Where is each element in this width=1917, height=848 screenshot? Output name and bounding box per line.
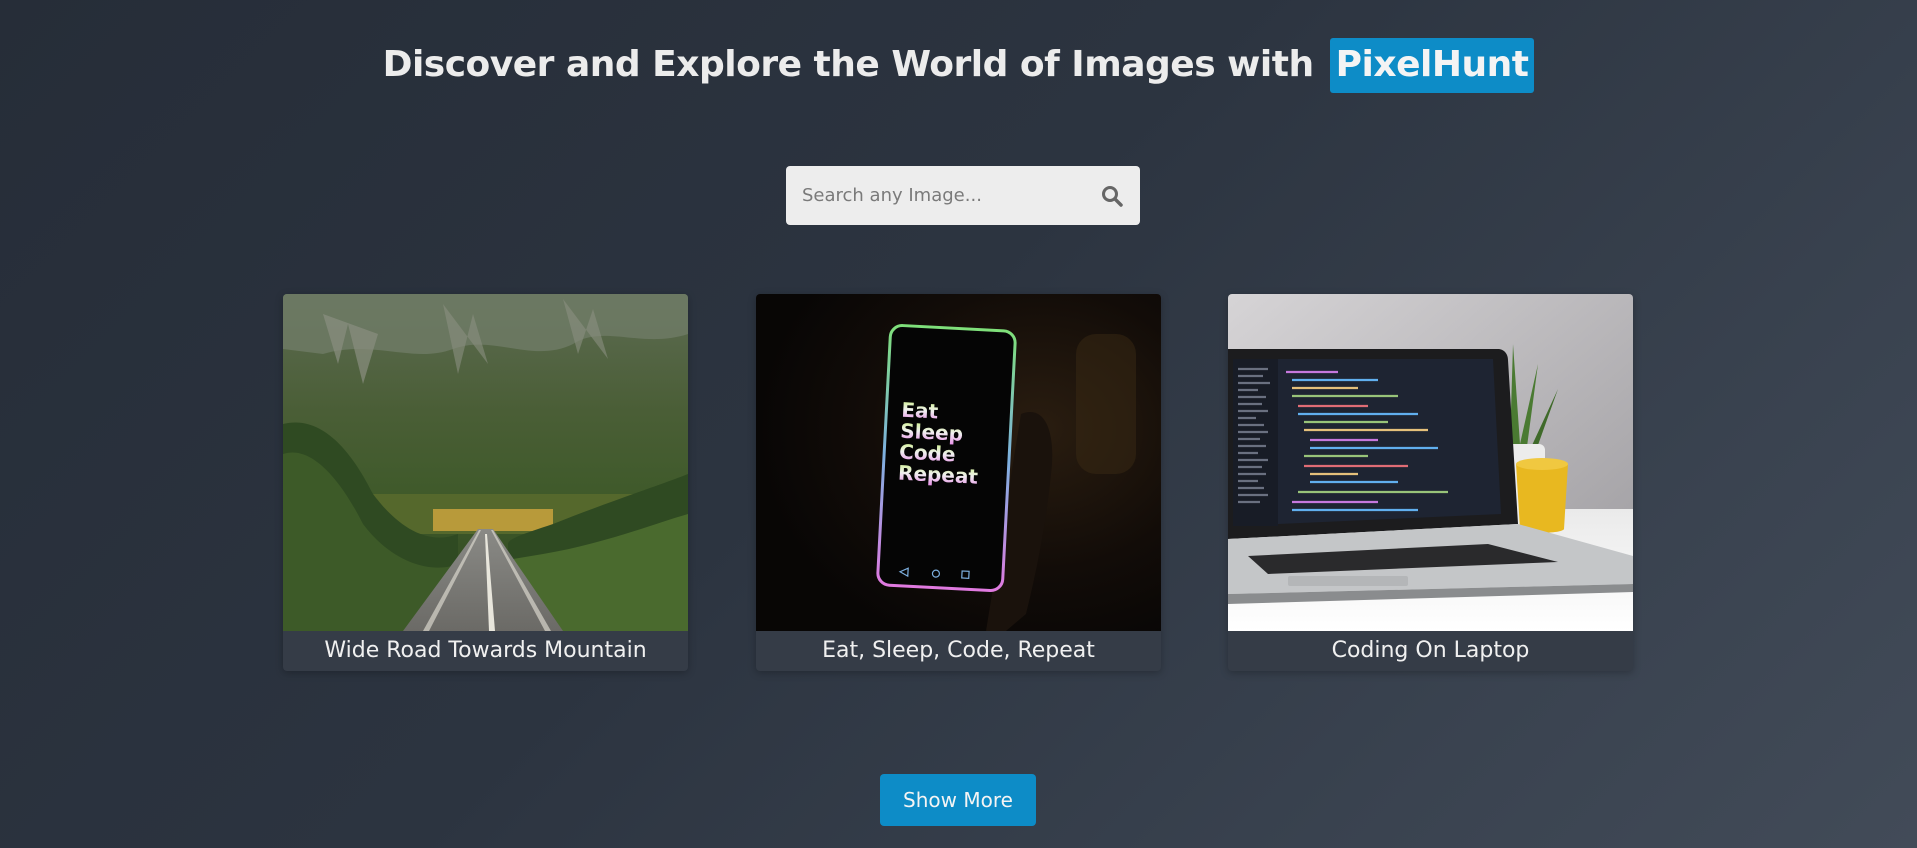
image-card[interactable]: Wide Road Towards Mountain (283, 294, 688, 671)
search-button[interactable] (1096, 180, 1128, 212)
brand-badge: PixelHunt (1329, 38, 1535, 93)
image-caption: Coding On Laptop (1331, 638, 1530, 663)
phone-photo: Eat Sleep Code Repeat (756, 294, 1161, 631)
search-input[interactable] (786, 166, 1076, 225)
show-more-button[interactable]: Show More (880, 774, 1036, 826)
laptop-photo (1228, 294, 1633, 631)
search-bar (786, 166, 1140, 225)
image-caption: Wide Road Towards Mountain (324, 638, 647, 663)
mountain-road-photo (283, 294, 688, 631)
image-card[interactable]: Coding On Laptop (1228, 294, 1633, 671)
phone-text: Repeat (898, 461, 979, 489)
search-icon (1102, 186, 1123, 207)
image-caption: Eat, Sleep, Code, Repeat (822, 638, 1095, 663)
title-text: Discover and Explore the World of Images… (382, 44, 1315, 85)
image-card[interactable]: Eat Sleep Code Repeat Eat, Sleep, Code, … (756, 294, 1161, 671)
page-title: Discover and Explore the World of Images… (0, 38, 1917, 93)
